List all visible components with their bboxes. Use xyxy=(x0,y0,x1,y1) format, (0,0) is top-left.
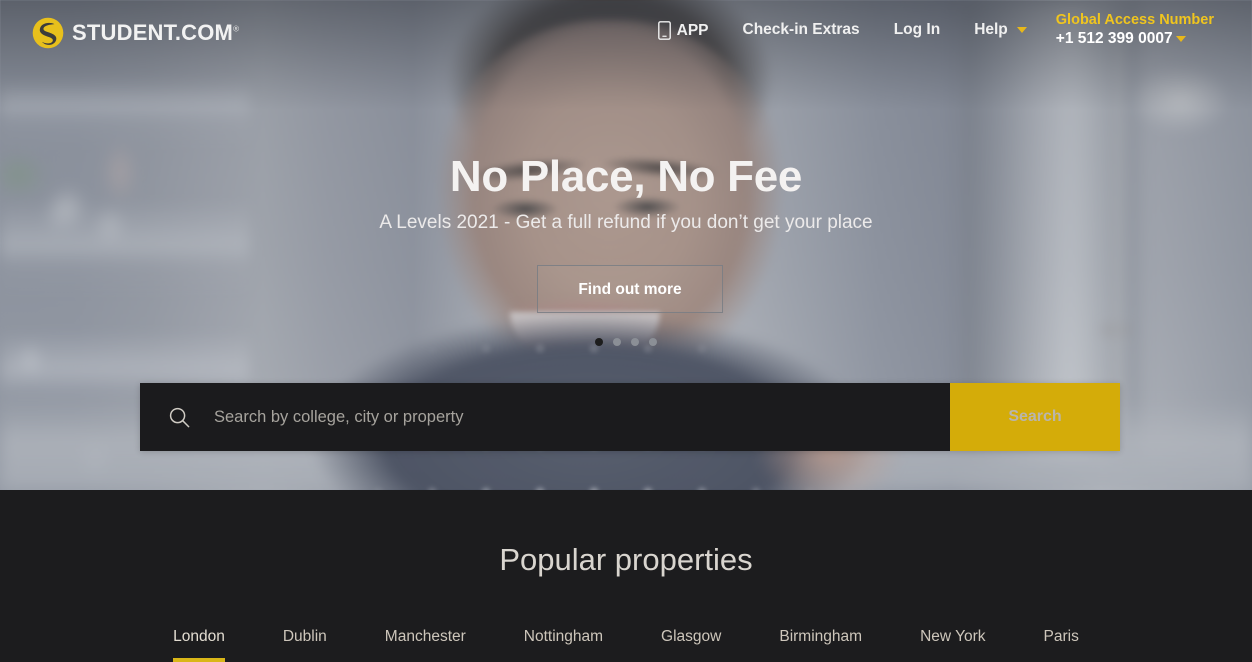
popular-properties-title: Popular properties xyxy=(499,542,753,577)
popular-properties-section: Popular properties London Dublin Manches… xyxy=(0,490,1252,662)
city-tab-glasgow[interactable]: Glasgow xyxy=(632,628,750,662)
mobile-phone-icon xyxy=(657,21,671,40)
city-tab-london[interactable]: London xyxy=(144,628,254,662)
carousel-dot-4[interactable] xyxy=(649,338,657,346)
search-input[interactable] xyxy=(214,407,914,427)
chevron-down-icon xyxy=(1175,36,1186,42)
search-icon xyxy=(169,407,190,427)
city-tabs: London Dublin Manchester Nottingham Glas… xyxy=(0,628,1252,662)
search-field[interactable] xyxy=(140,383,950,451)
nav-item-checkin-extras[interactable]: Check-in Extras xyxy=(726,0,877,39)
nav-item-help[interactable]: Help xyxy=(957,0,1044,39)
city-tab-birmingham[interactable]: Birmingham xyxy=(750,628,891,662)
nav-item-help-label: Help xyxy=(974,21,1008,38)
global-access-number-title: Global Access Number xyxy=(1055,12,1214,28)
search-bar: Search xyxy=(140,383,1120,451)
city-tab-nottingham[interactable]: Nottingham xyxy=(495,628,632,662)
nav-item-log-in-label: Log In xyxy=(893,21,941,38)
site-logo[interactable]: STUDENT.COM® xyxy=(31,16,239,50)
nav-item-checkin-extras-label: Check-in Extras xyxy=(742,21,860,38)
search-button[interactable]: Search xyxy=(950,383,1120,451)
trademark-symbol: ® xyxy=(233,24,240,34)
carousel-dot-2[interactable] xyxy=(613,338,621,346)
city-tab-dublin[interactable]: Dublin xyxy=(254,628,356,662)
global-access-number[interactable]: Global Access Number +1 512 399 0007 xyxy=(1056,0,1214,49)
nav-item-app-label: APP xyxy=(676,21,709,39)
city-tab-manchester[interactable]: Manchester xyxy=(356,628,495,662)
carousel-dot-3[interactable] xyxy=(631,338,639,346)
global-access-number-value: +1 512 399 0007 xyxy=(1056,29,1214,49)
carousel-dot-1[interactable] xyxy=(595,338,603,346)
chevron-down-icon xyxy=(1016,27,1027,33)
nav-item-log-in[interactable]: Log In xyxy=(877,0,958,39)
main-navigation: APP Check-in Extras Log In Help Global A… xyxy=(641,0,1214,64)
site-logo-text: STUDENT.COM® xyxy=(72,20,240,45)
city-tab-paris[interactable]: Paris xyxy=(1015,628,1108,662)
global-access-number-text: +1 512 399 0007 xyxy=(1055,30,1173,47)
nav-item-app[interactable]: APP xyxy=(641,0,726,40)
hero-subtitle: A Levels 2021 - Get a full refund if you… xyxy=(379,212,873,233)
find-out-more-button[interactable]: Find out more xyxy=(537,265,723,313)
student-s-logo-icon xyxy=(32,17,64,49)
city-tab-new-york[interactable]: New York xyxy=(891,628,1014,662)
page-root: STUDENT.COM® APP Check-in Extras Log In … xyxy=(0,0,1252,662)
hero-title: No Place, No Fee xyxy=(449,152,803,201)
site-header: STUDENT.COM® APP Check-in Extras Log In … xyxy=(0,0,1252,64)
carousel-dots xyxy=(0,338,1252,346)
